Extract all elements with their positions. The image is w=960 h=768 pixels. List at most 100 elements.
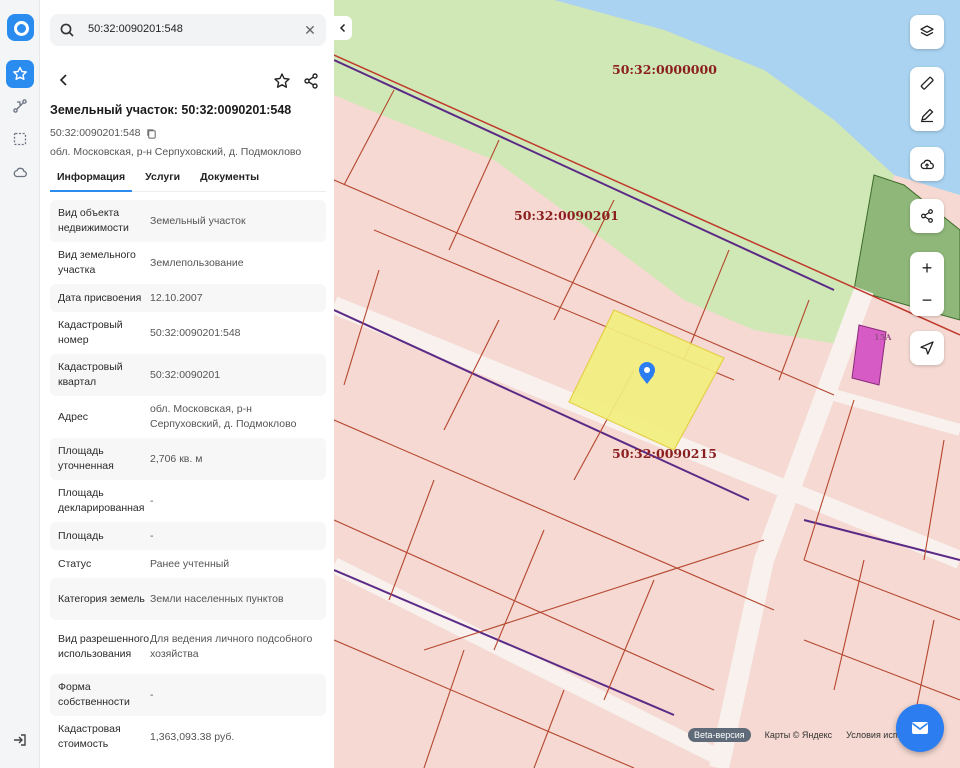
select-area-button[interactable]	[6, 125, 34, 153]
row-value: 12.10.2007	[150, 291, 203, 304]
row-value: Земли населенных пунктов	[150, 592, 284, 605]
table-row: Вид земельного участка Землепользование	[50, 242, 326, 284]
copy-icon[interactable]	[146, 128, 157, 139]
map-share-button[interactable]	[910, 199, 944, 233]
upload-icon	[920, 159, 934, 170]
row-key: Кадастровая стоимость	[58, 723, 121, 750]
edit-icon	[921, 108, 934, 123]
beta-badge: Beta-версия	[688, 728, 751, 742]
table-row: Форма собственности -	[50, 674, 326, 716]
row-key: Кадастровый номер	[58, 319, 123, 346]
row-key: Адрес	[58, 410, 89, 423]
row-value: -	[150, 529, 154, 542]
row-value: -	[150, 688, 154, 701]
logo-icon[interactable]	[7, 14, 34, 41]
table-row: Дата присвоения 12.10.2007	[50, 284, 326, 312]
row-key: Вид объекта недвижимости	[58, 207, 129, 234]
row-value: 50:32:0090201:548	[150, 326, 241, 339]
row-value: 2,706 кв. м	[150, 452, 203, 465]
table-row: Кадастровая стоимость 1,363,093.38 руб.	[50, 716, 326, 758]
row-key: Форма собственности	[58, 681, 130, 708]
search-icon	[60, 23, 74, 37]
row-key: Кадастровый квартал	[58, 361, 123, 388]
cloud-icon	[13, 167, 27, 178]
share-icon[interactable]	[302, 72, 320, 90]
row-key: Дата присвоения	[58, 291, 142, 304]
favorites-button[interactable]	[6, 60, 34, 88]
search-value[interactable]: 50:32:0090201:548	[88, 23, 183, 35]
table-row: Кадастровый номер 50:32:0090201:548	[50, 312, 326, 354]
zoom-in-button[interactable]: +	[910, 252, 944, 284]
route-button[interactable]	[6, 92, 34, 120]
row-key: Вид земельного участка	[58, 249, 136, 276]
share-icon	[921, 209, 933, 223]
left-rail	[0, 0, 40, 768]
row-value: обл. Московская, р-н Серпуховский, д. По…	[150, 403, 297, 430]
parcel-address: обл. Московская, р-н Серпуховский, д. По…	[50, 146, 302, 158]
ruler-button[interactable]	[910, 67, 944, 99]
table-row: Адрес обл. Московская, р-н Серпуховский, …	[50, 396, 326, 438]
info-table: Вид объекта недвижимости Земельный участо…	[50, 200, 326, 758]
table-row: Вид разрешенного использования Для ведени…	[50, 620, 326, 674]
row-value: 50:32:0090201	[150, 368, 221, 381]
exit-icon[interactable]	[12, 732, 28, 748]
table-row: Вид объекта недвижимости Земельный участо…	[50, 200, 326, 242]
row-key: Статус	[58, 557, 92, 570]
boundary-line	[334, 569, 675, 716]
map-label-area2: 50:32:0090201	[514, 208, 619, 223]
row-key: Категория земель	[58, 592, 145, 605]
row-key: Вид разрешенного использования	[58, 633, 150, 660]
zoom-out-button[interactable]: −	[910, 284, 944, 316]
tab-info[interactable]: Информация	[50, 166, 133, 192]
row-key: Площадь декларированная	[58, 487, 145, 514]
search-input[interactable]: 50:32:0090201:548 ✕	[50, 14, 326, 46]
close-icon[interactable]: ✕	[301, 21, 319, 39]
tab-bar: Информация Услуги Документы	[50, 166, 326, 192]
table-row: Площадь уточненная 2,706 кв. м	[50, 438, 326, 480]
mail-button[interactable]	[896, 704, 944, 752]
upload-button[interactable]	[910, 147, 944, 181]
ruler-icon	[920, 76, 934, 90]
row-key: Площадь	[58, 529, 104, 542]
cadastral-map[interactable]: 50:32:0000000 50:32:0090201 50:32:009021…	[334, 0, 960, 768]
collapse-panel-button[interactable]	[334, 16, 352, 40]
road	[832, 389, 960, 436]
row-value: 1,363,093.38 руб.	[150, 730, 235, 743]
table-row: Кадастровый квартал 50:32:0090201	[50, 354, 326, 396]
star-icon[interactable]	[273, 72, 291, 90]
cloud-button[interactable]	[6, 158, 34, 186]
row-key: Площадь уточненная	[58, 445, 114, 472]
page-title: Земельный участок: 50:32:0090201:548	[50, 103, 292, 117]
row-value: Ранее учтенный	[150, 557, 230, 570]
cadastral-number: 50:32:0090201:548	[50, 127, 141, 139]
geolocation-button[interactable]	[910, 331, 944, 365]
zoom-group: + −	[910, 252, 944, 316]
row-value: Земельный участок	[150, 214, 246, 227]
map-label-area3: 50:32:0090215	[612, 446, 717, 461]
star-icon	[13, 66, 27, 80]
mail-icon	[912, 722, 928, 734]
select-area-icon	[13, 132, 27, 146]
table-row: Площадь -	[50, 522, 326, 550]
cadastral-number-line: 50:32:0090201:548	[50, 127, 157, 139]
row-value: -	[150, 494, 154, 507]
navigation-icon	[920, 341, 934, 355]
tab-services[interactable]: Услуги	[138, 166, 187, 192]
back-icon[interactable]	[56, 72, 72, 88]
map-label-area1: 50:32:0000000	[612, 62, 717, 77]
map-label-small: 15А	[874, 332, 892, 342]
chevron-left-icon	[339, 23, 346, 33]
route-icon	[13, 99, 27, 113]
map-footer: Beta-версия Карты © Яндекс Условия испол…	[688, 728, 908, 742]
tab-documents[interactable]: Документы	[193, 166, 266, 192]
row-value: Для ведения личного подсобного хозяйства	[150, 633, 313, 660]
layers-button[interactable]	[910, 15, 944, 49]
map-canvas[interactable]	[334, 0, 960, 768]
layers-icon	[920, 25, 934, 37]
table-row: Категория земель Земли населенных пунктов	[50, 578, 326, 620]
table-row: Площадь декларированная -	[50, 480, 326, 522]
edit-button[interactable]	[910, 99, 944, 131]
attribution[interactable]: Карты © Яндекс	[765, 730, 833, 740]
table-row: Статус Ранее учтенный	[50, 550, 326, 578]
info-panel: 50:32:0090201:548 ✕ Земельный участок: 5…	[40, 0, 334, 768]
